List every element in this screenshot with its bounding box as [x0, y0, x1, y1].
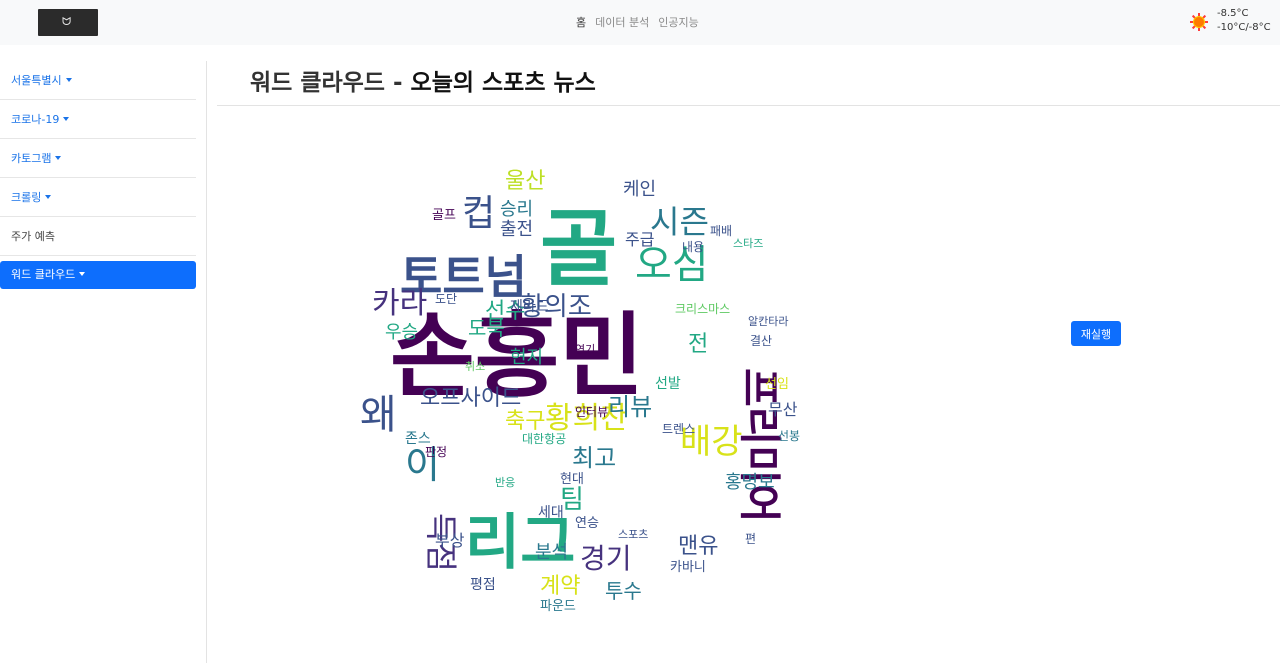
word-cloud-word: 컵	[462, 193, 495, 234]
temperature-range: -10°C/-8°C	[1217, 22, 1271, 33]
nav-data-analysis[interactable]: 데이터 분석	[595, 14, 649, 30]
logo[interactable]: ᗢ	[38, 9, 98, 36]
word-cloud-word: 부상	[435, 531, 465, 550]
word-cloud-word: 출전	[500, 219, 533, 240]
sidebar-item-label: 서울특별시	[11, 74, 62, 87]
word-cloud-word: 최고	[572, 444, 616, 472]
weather-temps: -8.5°C -10°C/-8°C	[1217, 7, 1271, 35]
title-divider	[217, 105, 1280, 106]
sidebar-item-word-cloud[interactable]: 워드 클라우드	[0, 261, 196, 289]
word-cloud-word: 스포츠	[618, 528, 648, 541]
word-cloud-word: 패배	[710, 224, 732, 238]
sidebar: 서울특별시 코로나-19 카토그램 크롤링 주가 예측 워드 클라우드	[0, 61, 196, 289]
word-cloud-word: 왜	[360, 392, 397, 438]
word-cloud-word: 리뷰	[608, 393, 652, 421]
word-cloud-word: 골	[540, 200, 617, 298]
word-cloud-word: 취소	[465, 360, 485, 373]
caret-down-icon	[55, 156, 62, 160]
sidebar-item-seoul[interactable]: 서울특별시	[0, 61, 196, 100]
caret-down-icon	[63, 117, 70, 121]
word-cloud-word: 내용	[682, 240, 704, 254]
word-cloud-word: 반응	[495, 476, 515, 489]
word-cloud-word: 축구	[505, 409, 545, 434]
word-cloud-word: 인터뷰	[575, 405, 608, 419]
word-cloud-word: 편	[745, 532, 756, 546]
word-cloud-word: 연승	[575, 516, 599, 531]
nav-home[interactable]: 홈	[576, 14, 586, 30]
word-cloud-word: 오프사이드	[420, 386, 521, 411]
word-cloud-word: 도단	[435, 292, 457, 306]
caret-down-icon	[65, 78, 72, 82]
rerun-button[interactable]: 재실행	[1071, 321, 1121, 346]
nav-ai[interactable]: 인공지능	[658, 14, 698, 30]
sidebar-item-stock-prediction[interactable]: 주가 예측	[0, 217, 196, 256]
cat-icon: ᗢ	[62, 15, 72, 28]
word-cloud-word: 맨유	[678, 534, 718, 559]
caret-down-icon	[45, 195, 52, 199]
sun-icon	[1190, 13, 1208, 31]
word-cloud-word: 판정	[425, 445, 447, 459]
word-cloud-word: 스타즈	[733, 237, 763, 250]
top-navbar: ᗢ 홈 데이터 분석 인공지능 -8.5°C -10°C/-8°C	[0, 0, 1280, 45]
word-cloud-word: 전	[688, 332, 708, 357]
word-cloud-word: 주급	[625, 230, 654, 249]
word-cloud-word: 분석	[535, 542, 568, 563]
sidebar-item-label: 워드 클라우드	[11, 268, 76, 281]
caret-down-icon	[79, 272, 86, 276]
word-cloud-word: 카라	[372, 286, 427, 321]
sidebar-item-label: 주가 예측	[11, 230, 55, 243]
word-cloud-word: 트렌스	[662, 422, 695, 436]
word-cloud-word: 경기	[580, 542, 632, 575]
sidebar-item-crawling[interactable]: 크롤링	[0, 178, 196, 217]
current-temperature: -8.5°C	[1217, 8, 1249, 19]
word-cloud-word: 케인	[623, 179, 656, 200]
word-cloud-word: 선봉	[778, 429, 800, 443]
word-cloud-word: 제라드	[510, 299, 549, 315]
word-cloud-word: 결산	[750, 334, 772, 348]
word-cloud-word: 세대	[538, 505, 564, 521]
word-cloud-word: 홍명보	[725, 472, 775, 493]
word-cloud-word: 울산	[505, 169, 545, 194]
word-cloud-word: 선임	[765, 377, 789, 392]
word-cloud-word: 무산	[768, 400, 798, 419]
page-title-prefix: 워드 클라우드 -	[250, 70, 411, 96]
sidebar-item-label: 코로나-19	[11, 113, 60, 126]
main-nav: 홈 데이터 분석 인공지능	[576, 14, 699, 30]
word-cloud-word: 현대	[560, 472, 584, 487]
sidebar-item-label: 크롤링	[11, 191, 42, 204]
word-cloud-word: 카바니	[670, 560, 706, 575]
word-cloud-image: 손흥민골토트넘황희찬오심컵 시즌리그울산카라 황의조프리미어왜이오프사이드배강리뷰최…	[360, 169, 800, 613]
word-cloud-word: 계약	[540, 574, 580, 599]
word-cloud-word: 현지	[510, 347, 543, 368]
word-cloud-word: 시즌	[650, 203, 709, 241]
word-cloud-word: 연기	[575, 343, 595, 356]
sidebar-item-cartogram[interactable]: 카토그램	[0, 139, 196, 178]
word-cloud-word: 투수	[605, 579, 642, 603]
word-cloud-word: 도북	[468, 316, 505, 340]
word-cloud-word: 크리스마스	[675, 302, 730, 316]
page-title-topic: 오늘의 스포츠 뉴스	[410, 70, 596, 96]
sidebar-item-label: 카토그램	[11, 152, 52, 165]
sidebar-divider	[206, 61, 207, 663]
page-title: 워드 클라우드 - 오늘의 스포츠 뉴스	[250, 63, 596, 97]
word-cloud-word: 선발	[655, 376, 681, 392]
word-cloud-word: 골프	[432, 208, 456, 223]
sidebar-item-covid19[interactable]: 코로나-19	[0, 100, 196, 139]
word-cloud-word: 파운드	[540, 599, 576, 613]
weather-widget: -8.5°C -10°C/-8°C	[1190, 7, 1271, 35]
word-cloud-word: 알칸타라	[748, 314, 788, 328]
word-cloud-word: 승리	[500, 199, 533, 220]
word-cloud-word: 대한항공	[522, 432, 566, 446]
word-cloud-word: 평점	[470, 577, 496, 593]
word-cloud-word: 우승	[385, 322, 418, 343]
